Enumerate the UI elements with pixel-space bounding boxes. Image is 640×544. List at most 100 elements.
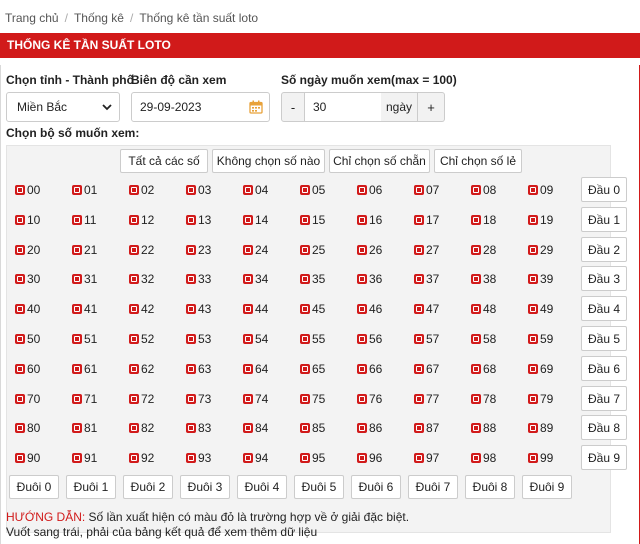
checkbox-checked-icon[interactable] <box>186 453 196 463</box>
checkbox-checked-icon[interactable] <box>129 364 139 374</box>
checkbox-checked-icon[interactable] <box>300 364 310 374</box>
number-checkbox-97[interactable]: 97 <box>414 450 439 466</box>
checkbox-checked-icon[interactable] <box>186 304 196 314</box>
number-checkbox-17[interactable]: 17 <box>414 212 439 228</box>
number-checkbox-56[interactable]: 56 <box>357 331 382 347</box>
checkbox-checked-icon[interactable] <box>243 274 253 284</box>
checkbox-checked-icon[interactable] <box>129 215 139 225</box>
checkbox-checked-icon[interactable] <box>129 453 139 463</box>
head-button-5[interactable]: Đầu 5 <box>581 326 627 351</box>
number-checkbox-27[interactable]: 27 <box>414 242 439 258</box>
head-button-2[interactable]: Đầu 2 <box>581 237 627 262</box>
number-checkbox-46[interactable]: 46 <box>357 301 382 317</box>
checkbox-checked-icon[interactable] <box>528 453 538 463</box>
tail-button-6[interactable]: Đuôi 6 <box>351 475 401 499</box>
number-checkbox-96[interactable]: 96 <box>357 450 382 466</box>
number-checkbox-71[interactable]: 71 <box>72 391 97 407</box>
checkbox-checked-icon[interactable] <box>528 364 538 374</box>
checkbox-checked-icon[interactable] <box>528 334 538 344</box>
number-checkbox-42[interactable]: 42 <box>129 301 154 317</box>
number-checkbox-13[interactable]: 13 <box>186 212 211 228</box>
tail-button-3[interactable]: Đuôi 3 <box>180 475 230 499</box>
number-checkbox-23[interactable]: 23 <box>186 242 211 258</box>
tail-button-5[interactable]: Đuôi 5 <box>294 475 344 499</box>
number-checkbox-14[interactable]: 14 <box>243 212 268 228</box>
select-even-button[interactable]: Chỉ chọn số chẵn <box>329 149 430 173</box>
tail-button-4[interactable]: Đuôi 4 <box>237 475 287 499</box>
number-checkbox-73[interactable]: 73 <box>186 391 211 407</box>
checkbox-checked-icon[interactable] <box>471 245 481 255</box>
number-checkbox-52[interactable]: 52 <box>129 331 154 347</box>
checkbox-checked-icon[interactable] <box>186 185 196 195</box>
number-checkbox-68[interactable]: 68 <box>471 361 496 377</box>
checkbox-checked-icon[interactable] <box>300 304 310 314</box>
checkbox-checked-icon[interactable] <box>471 185 481 195</box>
checkbox-checked-icon[interactable] <box>15 185 25 195</box>
select-odd-button[interactable]: Chỉ chọn số lẻ <box>434 149 522 173</box>
select-none-button[interactable]: Không chọn số nào <box>212 149 325 173</box>
number-checkbox-45[interactable]: 45 <box>300 301 325 317</box>
checkbox-checked-icon[interactable] <box>129 334 139 344</box>
checkbox-checked-icon[interactable] <box>15 304 25 314</box>
checkbox-checked-icon[interactable] <box>471 423 481 433</box>
checkbox-checked-icon[interactable] <box>414 364 424 374</box>
tail-button-2[interactable]: Đuôi 2 <box>123 475 173 499</box>
number-checkbox-99[interactable]: 99 <box>528 450 553 466</box>
number-checkbox-03[interactable]: 03 <box>186 182 211 198</box>
checkbox-checked-icon[interactable] <box>471 453 481 463</box>
number-checkbox-94[interactable]: 94 <box>243 450 268 466</box>
number-checkbox-60[interactable]: 60 <box>15 361 40 377</box>
checkbox-checked-icon[interactable] <box>357 185 367 195</box>
checkbox-checked-icon[interactable] <box>243 453 253 463</box>
checkbox-checked-icon[interactable] <box>357 364 367 374</box>
checkbox-checked-icon[interactable] <box>300 423 310 433</box>
calendar-icon[interactable] <box>249 100 263 114</box>
number-checkbox-77[interactable]: 77 <box>414 391 439 407</box>
number-checkbox-39[interactable]: 39 <box>528 271 553 287</box>
checkbox-checked-icon[interactable] <box>471 215 481 225</box>
checkbox-checked-icon[interactable] <box>72 364 82 374</box>
checkbox-checked-icon[interactable] <box>243 394 253 404</box>
number-checkbox-32[interactable]: 32 <box>129 271 154 287</box>
checkbox-checked-icon[interactable] <box>300 394 310 404</box>
number-checkbox-58[interactable]: 58 <box>471 331 496 347</box>
number-checkbox-89[interactable]: 89 <box>528 420 553 436</box>
number-checkbox-92[interactable]: 92 <box>129 450 154 466</box>
number-checkbox-25[interactable]: 25 <box>300 242 325 258</box>
number-checkbox-83[interactable]: 83 <box>186 420 211 436</box>
number-checkbox-21[interactable]: 21 <box>72 242 97 258</box>
number-checkbox-10[interactable]: 10 <box>15 212 40 228</box>
checkbox-checked-icon[interactable] <box>414 334 424 344</box>
checkbox-checked-icon[interactable] <box>243 423 253 433</box>
checkbox-checked-icon[interactable] <box>186 423 196 433</box>
checkbox-checked-icon[interactable] <box>72 304 82 314</box>
checkbox-checked-icon[interactable] <box>186 364 196 374</box>
number-checkbox-87[interactable]: 87 <box>414 420 439 436</box>
number-checkbox-53[interactable]: 53 <box>186 331 211 347</box>
number-checkbox-22[interactable]: 22 <box>129 242 154 258</box>
checkbox-checked-icon[interactable] <box>72 334 82 344</box>
checkbox-checked-icon[interactable] <box>72 394 82 404</box>
number-checkbox-66[interactable]: 66 <box>357 361 382 377</box>
checkbox-checked-icon[interactable] <box>414 245 424 255</box>
head-button-0[interactable]: Đầu 0 <box>581 177 627 202</box>
tail-button-7[interactable]: Đuôi 7 <box>408 475 458 499</box>
checkbox-checked-icon[interactable] <box>528 215 538 225</box>
number-checkbox-70[interactable]: 70 <box>15 391 40 407</box>
number-checkbox-91[interactable]: 91 <box>72 450 97 466</box>
checkbox-checked-icon[interactable] <box>414 394 424 404</box>
checkbox-checked-icon[interactable] <box>15 334 25 344</box>
checkbox-checked-icon[interactable] <box>300 453 310 463</box>
checkbox-checked-icon[interactable] <box>528 423 538 433</box>
breadcrumb-stats-link[interactable]: Thống kê <box>74 11 124 25</box>
checkbox-checked-icon[interactable] <box>72 423 82 433</box>
number-checkbox-51[interactable]: 51 <box>72 331 97 347</box>
checkbox-checked-icon[interactable] <box>15 453 25 463</box>
number-checkbox-64[interactable]: 64 <box>243 361 268 377</box>
checkbox-checked-icon[interactable] <box>300 274 310 284</box>
checkbox-checked-icon[interactable] <box>300 185 310 195</box>
number-checkbox-74[interactable]: 74 <box>243 391 268 407</box>
checkbox-checked-icon[interactable] <box>15 245 25 255</box>
checkbox-checked-icon[interactable] <box>129 274 139 284</box>
checkbox-checked-icon[interactable] <box>72 185 82 195</box>
